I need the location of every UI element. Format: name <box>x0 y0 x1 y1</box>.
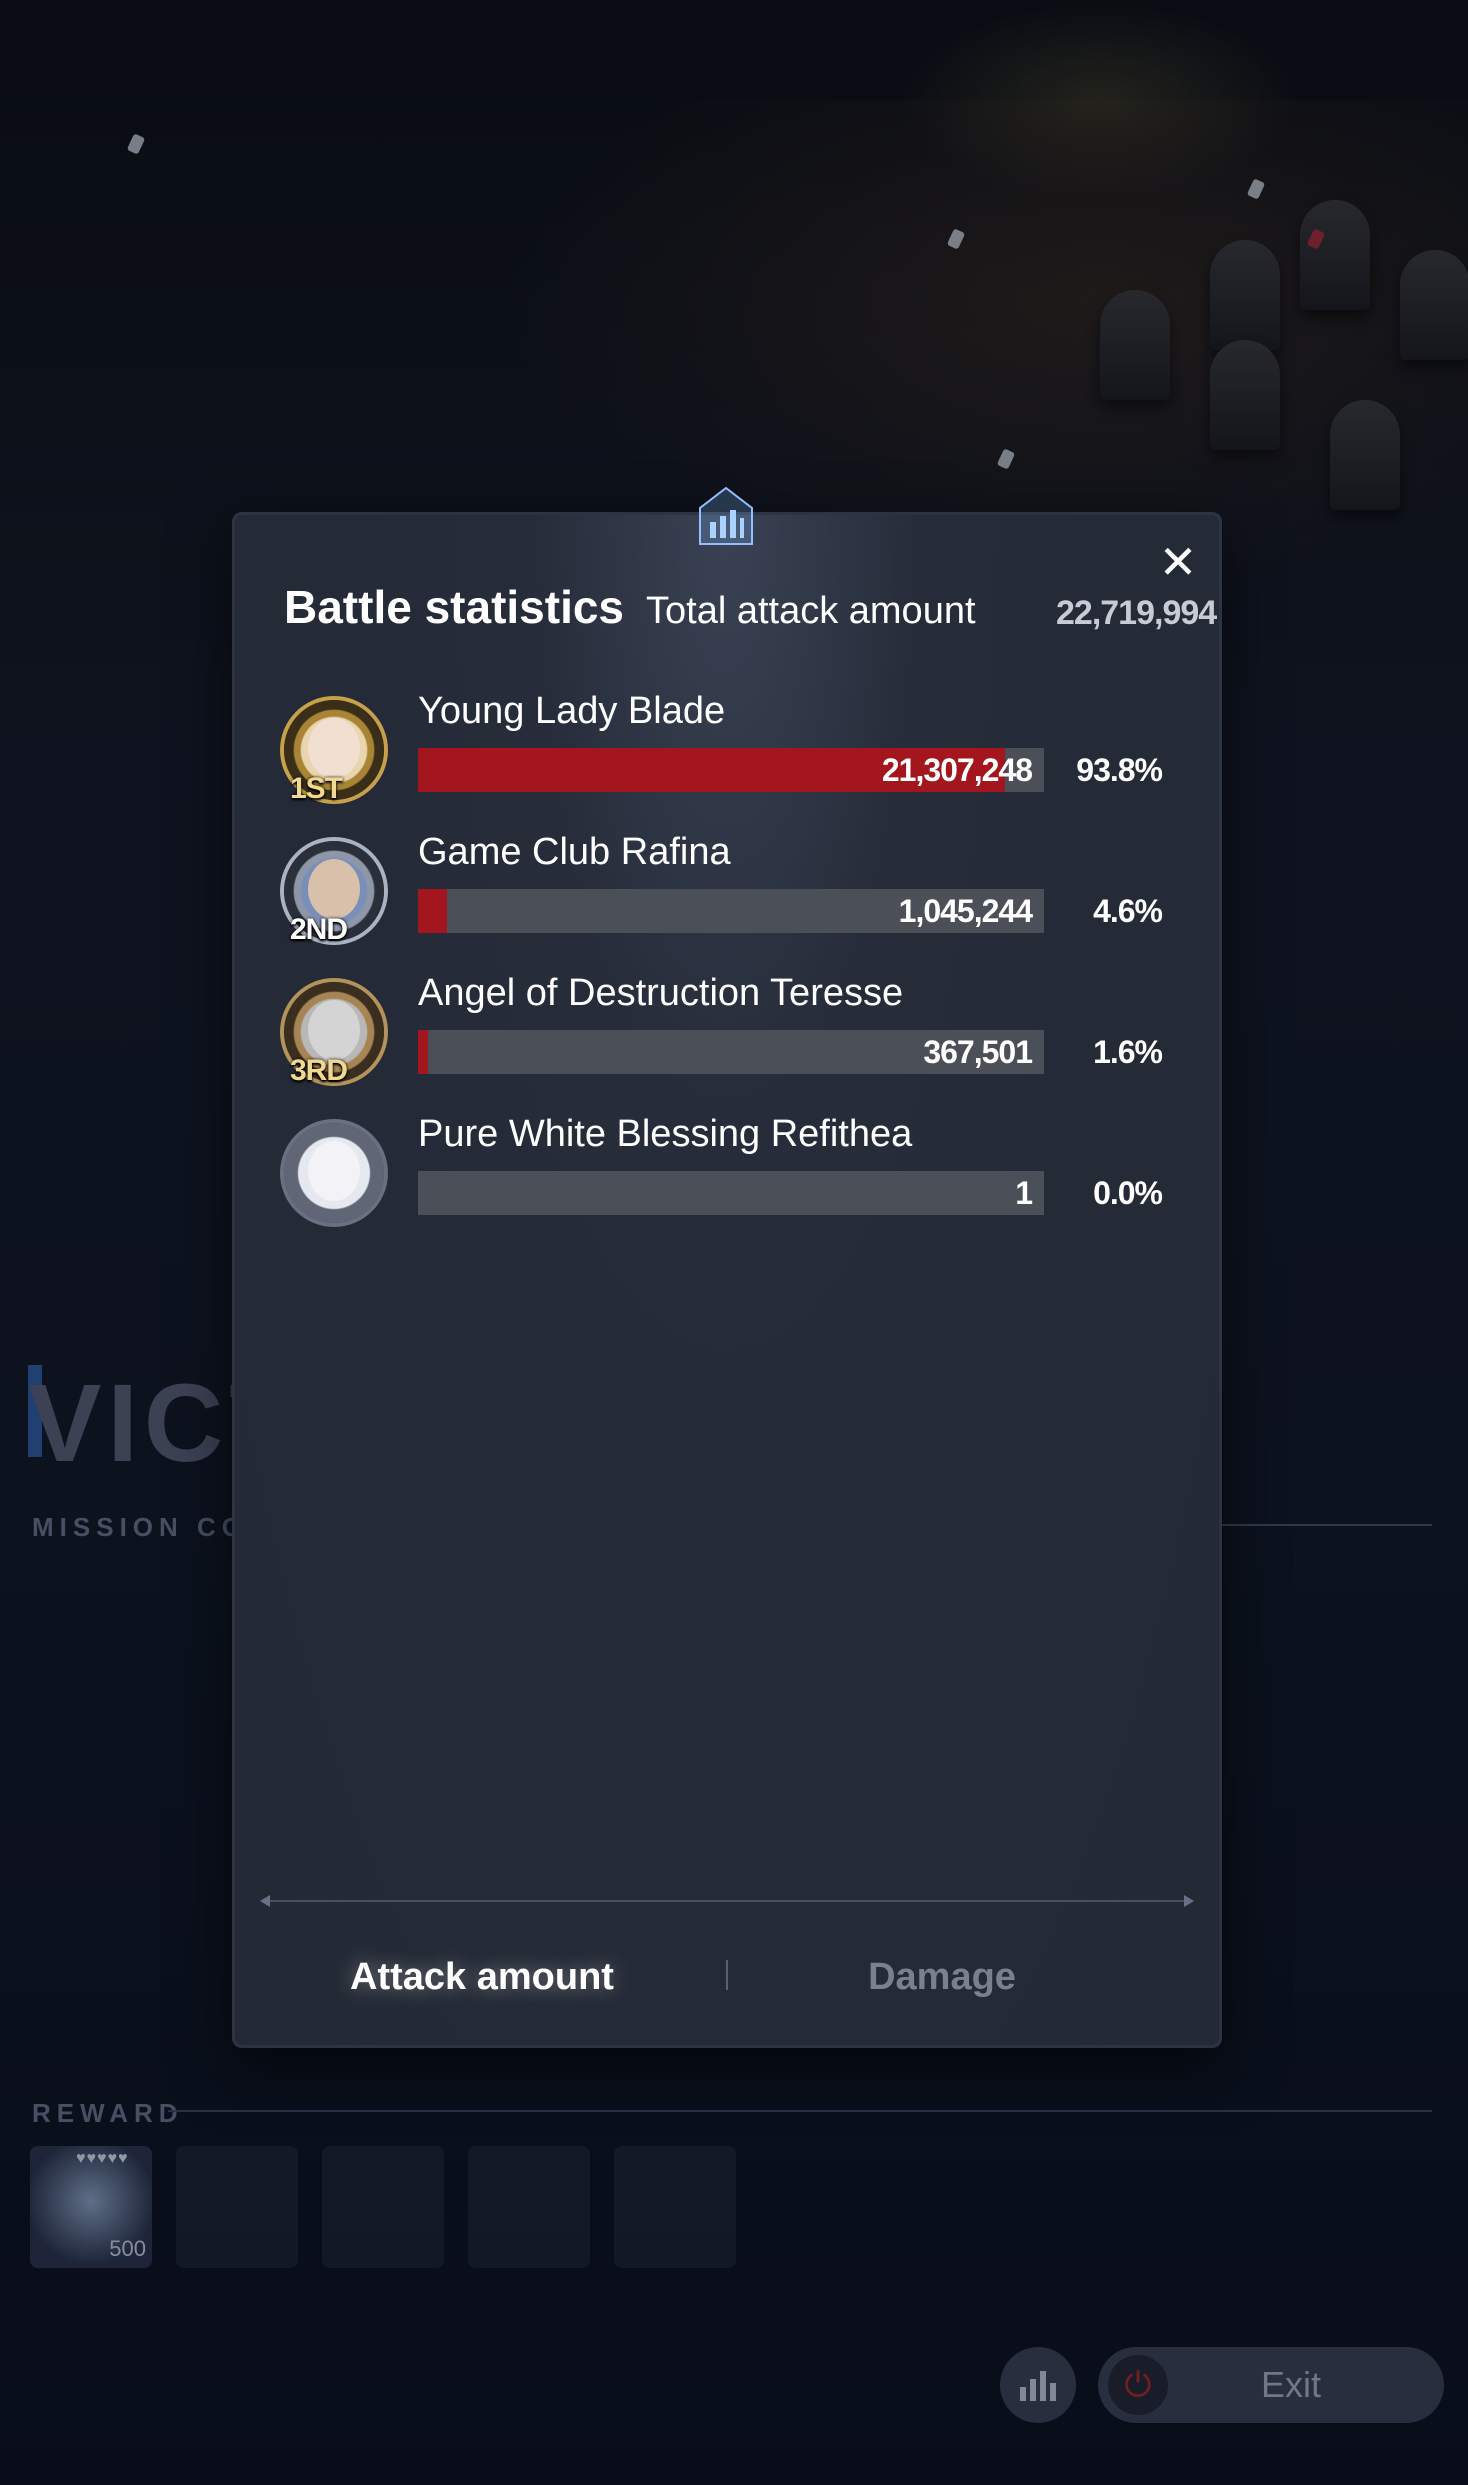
ranking-row: 3RD Angel of Destruction Teresse 367,501… <box>232 972 1222 1092</box>
battle-statistics-modal: ✕ Battle statistics Total attack amount … <box>232 486 1222 2048</box>
ranking-row: 2ND Game Club Rafina 1,045,244 4.6% <box>232 831 1222 951</box>
statistics-header-icon <box>687 468 765 546</box>
tab-attack-amount[interactable]: Attack amount <box>272 1942 692 2012</box>
character-name: Young Lady Blade <box>418 690 726 732</box>
attack-percent: 1.6% <box>1093 1034 1163 1070</box>
attack-value: 21,307,248 <box>881 752 1033 788</box>
attack-value: 367,501 <box>923 1034 1033 1070</box>
close-button[interactable]: ✕ <box>1150 534 1206 590</box>
ranking-row: Pure White Blessing Refithea 1 0.0% <box>232 1113 1222 1233</box>
attack-percent: 0.0% <box>1093 1175 1163 1211</box>
modal-title: Battle statistics <box>284 581 625 633</box>
attack-percent: 4.6% <box>1093 893 1163 929</box>
attack-value: 1 <box>1015 1175 1033 1211</box>
rank-badge: 3RD <box>290 1054 348 1087</box>
character-name: Angel of Destruction Teresse <box>418 972 904 1014</box>
total-attack-value: 22,719,994 <box>1056 594 1217 632</box>
tab-divider <box>260 1895 1194 1907</box>
rank-badge: 2ND <box>290 913 348 946</box>
character-portrait <box>284 1123 384 1223</box>
total-attack-label: Total attack amount <box>646 590 976 632</box>
attack-value: 1,045,244 <box>898 893 1033 929</box>
attack-bar: 367,501 <box>418 1030 1044 1074</box>
tab-damage[interactable]: Damage <box>732 1942 1152 2012</box>
attack-bar-fill <box>418 889 447 933</box>
attack-bar: 1,045,244 <box>418 889 1044 933</box>
ranking-row: 1ST Young Lady Blade 21,307,248 93.8% <box>232 690 1222 810</box>
tab-separator <box>726 1960 728 1990</box>
character-name: Game Club Rafina <box>418 831 731 873</box>
character-name: Pure White Blessing Refithea <box>418 1113 913 1155</box>
rank-badge: 1ST <box>290 772 343 805</box>
attack-percent: 93.8% <box>1076 752 1163 788</box>
attack-bar: 1 <box>418 1171 1044 1215</box>
attack-bar: 21,307,248 <box>418 748 1044 792</box>
attack-bar-fill <box>418 1030 428 1074</box>
